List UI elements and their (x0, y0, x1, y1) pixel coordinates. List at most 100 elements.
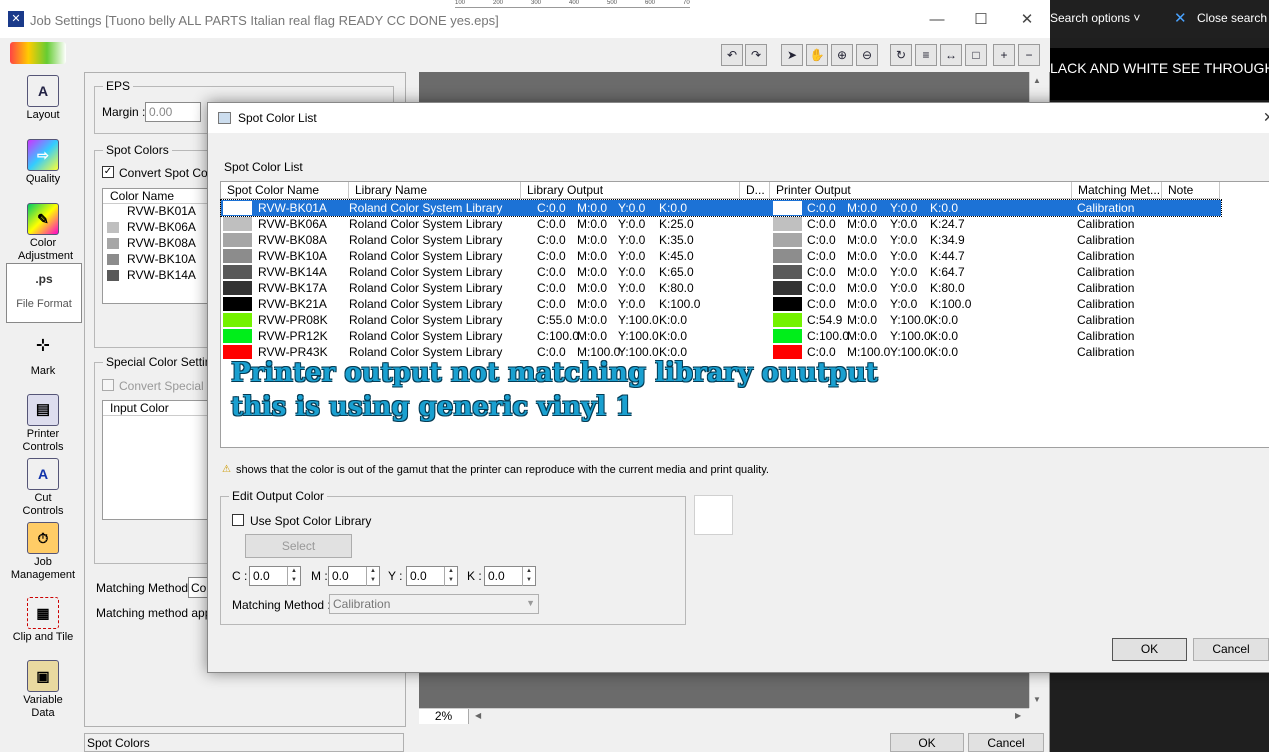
sidebar-item-quality[interactable]: ⇨ Quality (4, 139, 82, 185)
sidebar-item-layout[interactable]: A Layout (4, 75, 82, 121)
table-cell: M:0.0 (847, 249, 878, 263)
undo-icon[interactable]: ↶ (721, 44, 743, 66)
m-input[interactable]: 0.0 ▲ ▼ (328, 566, 380, 586)
table-cell: Calibration (1077, 265, 1135, 279)
table-row[interactable]: RVW-BK17A Roland Color System Library C:0.… (221, 280, 1221, 296)
scroll-left-icon[interactable]: ◀ (475, 711, 481, 720)
convert-spot-checkbox[interactable]: ✓ (102, 166, 114, 178)
pointer-icon[interactable]: ➤ (781, 44, 803, 66)
table-cell: M:0.0 (577, 329, 608, 343)
table-row[interactable]: RVW-BK06A Roland Color System Library C:0.… (221, 216, 1221, 232)
table-cell: Y:0.0 (890, 281, 918, 295)
table-row[interactable]: RVW-BK10A Roland Color System Library C:0.… (221, 248, 1221, 264)
margin-input[interactable]: 0.00 (145, 102, 201, 122)
use-library-checkbox[interactable] (232, 514, 244, 526)
cancel-button[interactable]: Cancel (968, 733, 1044, 752)
table-cell: Calibration (1077, 313, 1135, 327)
sidebar-item-cut-controls[interactable]: A Cut Controls (4, 458, 82, 518)
app-icon: ✕ (8, 11, 24, 27)
search-options-link[interactable]: Search options ˅ (1050, 11, 1140, 25)
page-icon[interactable]: □ (965, 44, 987, 66)
table-cell: C:0.0 (537, 297, 566, 311)
sidebar-item-mark[interactable]: ⊹ Mark (4, 331, 82, 377)
zoom-out-lens-icon[interactable]: ⊖ (856, 44, 878, 66)
sidebar-item-color-adjustment[interactable]: ✎ Color Adjustment (4, 203, 82, 263)
close-icon[interactable]: ✕ (1174, 9, 1187, 27)
table-row[interactable]: RVW-PR08K Roland Color System Library C:55… (221, 312, 1221, 328)
close-button[interactable]: ✕ (1012, 8, 1042, 32)
scroll-up-icon[interactable]: ▲ (1033, 76, 1041, 85)
c-spinner-icon[interactable]: ▲ ▼ (287, 567, 300, 586)
close-search-link[interactable]: Close search (1197, 11, 1267, 25)
y-spinner-icon[interactable]: ▲ ▼ (444, 567, 457, 586)
column-header-printer-output[interactable]: Printer Output (770, 182, 1072, 199)
k-spinner-icon[interactable]: ▲ ▼ (522, 567, 535, 586)
sidebar-item-file-format[interactable]: .ps File Format (6, 263, 82, 323)
list-item[interactable]: RVW-BK01A (103, 204, 211, 220)
scroll-right-icon[interactable]: ▶ (1015, 711, 1021, 720)
maximize-button[interactable]: ☐ (966, 8, 996, 32)
table-cell: Y:0.0 (618, 217, 646, 231)
zoom-in-lens-icon[interactable]: ⊕ (831, 44, 853, 66)
quality-icon: ⇨ (27, 139, 59, 171)
m-spinner-icon[interactable]: ▲ ▼ (366, 567, 379, 586)
scroll-down-icon[interactable]: ▼ (1033, 695, 1041, 704)
table-cell: C:0.0 (807, 297, 836, 311)
column-header-spot-name[interactable]: Spot Color Name (221, 182, 349, 199)
minimize-button[interactable]: — (922, 8, 952, 32)
table-cell: Calibration (1077, 329, 1135, 343)
spot-color-table[interactable]: Spot Color Name Library Name Library Out… (220, 181, 1269, 448)
dialog-ok-button[interactable]: OK (1112, 638, 1187, 661)
dialog-title-bar: Spot Color List ✕ (208, 103, 1269, 133)
tab-spot-colors[interactable]: Spot Colors (84, 733, 404, 752)
sidebar-item-variable-data[interactable]: ▣ Variable Data (4, 660, 82, 720)
column-header-library-name[interactable]: Library Name (349, 182, 521, 199)
spot-mini-list[interactable]: Color Name RVW-BK01A RVW-BK06A RVW-BK08A… (102, 188, 212, 304)
annotation-line-1: Printer output not matching library ouut… (231, 358, 878, 388)
column-header-library-output[interactable]: Library Output (521, 182, 740, 199)
table-row[interactable]: RVW-BK08A Roland Color System Library C:0.… (221, 232, 1221, 248)
list-item[interactable]: RVW-BK10A (103, 252, 211, 268)
table-row[interactable]: RVW-BK21A Roland Color System Library C:0.… (221, 296, 1221, 312)
input-color-list[interactable]: Input Color (102, 400, 212, 520)
column-header-note[interactable]: Note (1162, 182, 1220, 199)
table-row[interactable]: RVW-BK01A Roland Color System Library C:0.… (220, 199, 1222, 217)
dialog-cancel-button[interactable]: Cancel (1193, 638, 1269, 661)
sidebar-item-clip-and-tile[interactable]: ▦ Clip and Tile (4, 597, 82, 643)
fit-width-icon[interactable]: ↔ (940, 44, 962, 66)
rotate-icon[interactable]: ↻ (890, 44, 912, 66)
dialog-close-icon[interactable]: ✕ (1263, 109, 1269, 126)
redo-icon[interactable]: ↷ (745, 44, 767, 66)
select-button[interactable]: Select (245, 534, 352, 558)
table-cell: M:0.0 (577, 297, 608, 311)
c-input[interactable]: 0.0 ▲ ▼ (249, 566, 301, 586)
button-label: Select (281, 539, 316, 553)
zoom-plus-icon[interactable]: + (993, 44, 1015, 66)
table-cell: M:0.0 (847, 281, 878, 295)
y-input[interactable]: 0.0 ▲ ▼ (406, 566, 458, 586)
horizontal-scrollbar[interactable]: 2% ◀ ▶ (419, 708, 1029, 724)
zoom-minus-icon[interactable]: − (1018, 44, 1040, 66)
table-cell: Roland Color System Library (349, 265, 503, 279)
file-format-icon: .ps (35, 272, 53, 286)
list-item-label: RVW-BK10A (127, 252, 196, 266)
table-row[interactable]: RVW-PR12K Roland Color System Library C:10… (221, 328, 1221, 344)
sidebar-item-label: File Format (16, 298, 72, 310)
hand-icon[interactable]: ✋ (806, 44, 828, 66)
column-header-d[interactable]: D... (740, 182, 770, 199)
sidebar-item-job-management[interactable]: ⏱ Job Management (4, 522, 82, 582)
sidebar-item-printer-controls[interactable]: ▤ Printer Controls (4, 394, 82, 454)
align-icon[interactable]: ≡ (915, 44, 937, 66)
ok-button[interactable]: OK (890, 733, 964, 752)
matching-method-dropdown[interactable]: Calibration ▼ (329, 594, 539, 614)
k-input[interactable]: 0.0 ▲ ▼ (484, 566, 536, 586)
column-header-matching-method[interactable]: Matching Met... (1072, 182, 1162, 199)
table-row[interactable]: RVW-BK14A Roland Color System Library C:0.… (221, 264, 1221, 280)
annotation-line-2: this is using generic vinyl 1 (231, 392, 634, 422)
convert-special-checkbox[interactable] (102, 379, 114, 391)
matching-method-select[interactable]: Col (188, 577, 208, 598)
list-item[interactable]: RVW-BK06A (103, 220, 211, 236)
list-item[interactable]: RVW-BK08A (103, 236, 211, 252)
list-item[interactable]: RVW-BK14A (103, 268, 211, 284)
color-swatch (773, 329, 802, 343)
